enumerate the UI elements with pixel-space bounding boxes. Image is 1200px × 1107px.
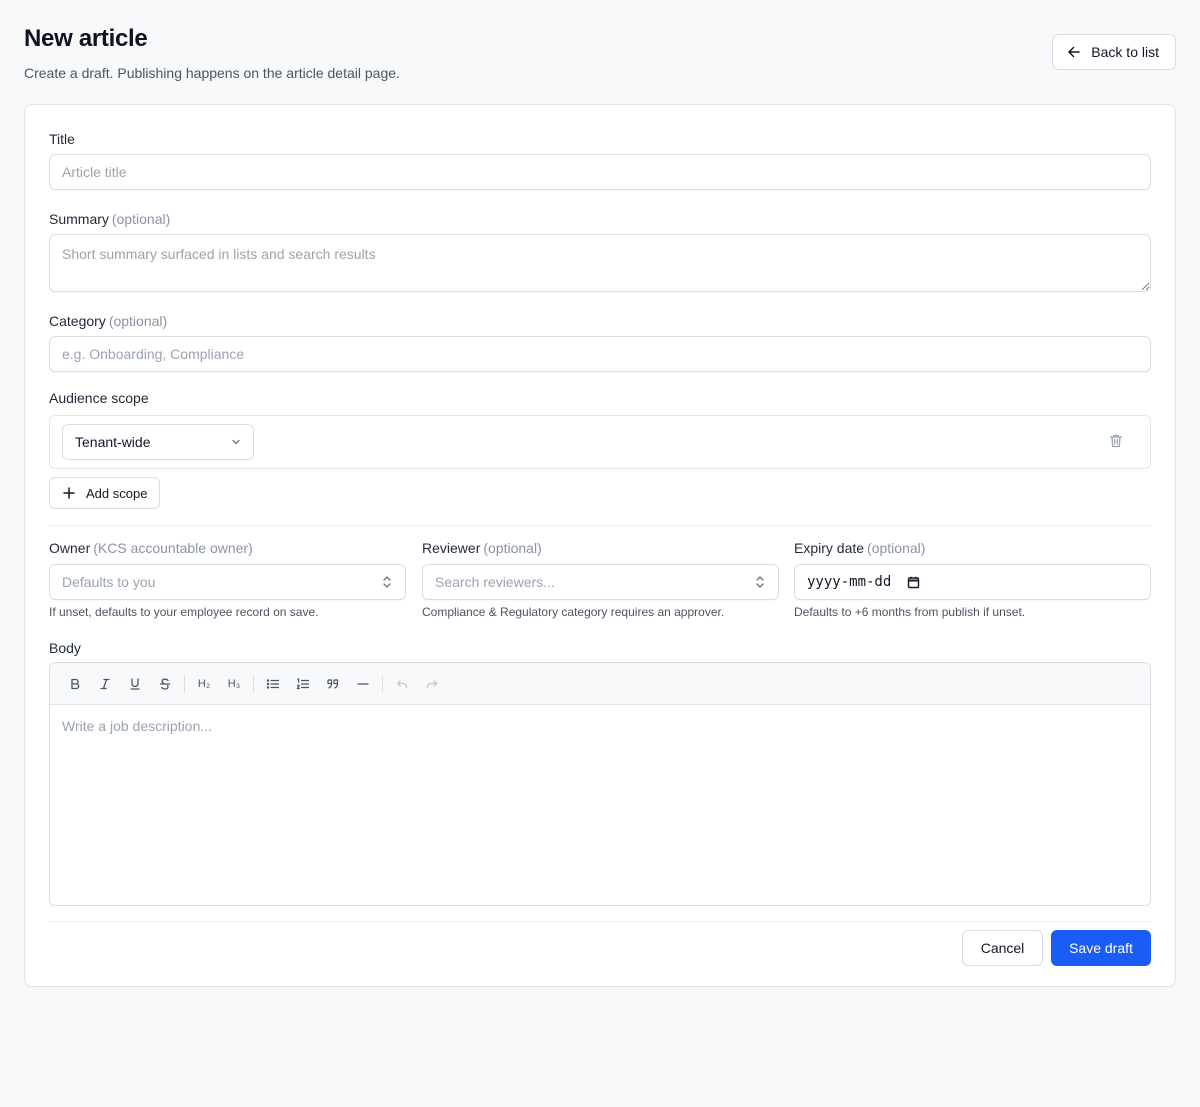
audience-scope-value: Tenant-wide <box>75 434 151 450</box>
body-editor: H₂ H₃ Write a job description... <box>49 662 1151 906</box>
owner-placeholder: Defaults to you <box>62 574 156 590</box>
reviewer-help-text: Compliance & Regulatory category require… <box>422 605 725 619</box>
italic-icon <box>100 678 110 689</box>
horizontal-rule-icon <box>357 682 369 685</box>
back-to-list-label: Back to list <box>1091 44 1159 60</box>
trash-icon[interactable] <box>1108 433 1126 451</box>
underline-icon <box>130 677 140 690</box>
body-label: Body <box>49 640 81 656</box>
expiry-field-group: Expiry date (optional) yyyy-mm-dd Default… <box>794 539 1151 620</box>
toolbar-separator <box>382 674 383 693</box>
cancel-button[interactable]: Cancel <box>962 930 1043 966</box>
owner-help-text: If unset, defaults to your employee reco… <box>49 605 319 619</box>
arrow-left-icon <box>1067 45 1081 59</box>
strikethrough-icon <box>159 678 171 690</box>
chevron-down-icon <box>231 437 241 447</box>
blockquote-button[interactable] <box>318 670 348 698</box>
owner-combobox[interactable]: Defaults to you <box>49 564 406 600</box>
category-input[interactable] <box>49 336 1151 372</box>
bullet-list-icon <box>266 678 280 689</box>
reviewer-label: Reviewer (optional) <box>422 540 542 556</box>
add-scope-button[interactable]: Add scope <box>49 477 161 509</box>
page-subtitle: Create a draft. Publishing happens on th… <box>24 65 400 81</box>
undo-button[interactable] <box>387 670 417 698</box>
plus-icon <box>62 486 76 500</box>
bold-icon <box>71 678 80 689</box>
chevron-up-down-icon <box>754 575 766 589</box>
back-to-list-button[interactable]: Back to list <box>1052 34 1176 70</box>
redo-button[interactable] <box>417 670 447 698</box>
redo-icon <box>426 679 438 688</box>
strikethrough-button[interactable] <box>150 670 180 698</box>
heading-3-button[interactable]: H₃ <box>219 670 249 698</box>
cancel-label: Cancel <box>980 940 1025 956</box>
chevron-up-down-icon <box>381 575 393 589</box>
underline-button[interactable] <box>120 670 150 698</box>
expiry-date-value: yyyy-mm-dd <box>807 574 892 590</box>
toolbar-separator <box>184 674 185 693</box>
section-divider <box>49 525 1151 526</box>
owner-label: Owner (KCS accountable owner) <box>49 540 253 556</box>
heading-2-icon: H₂ <box>197 677 211 690</box>
save-draft-label: Save draft <box>1069 940 1133 956</box>
summary-label: Summary (optional) <box>49 211 171 227</box>
toolbar-separator <box>253 674 254 693</box>
audience-scope-select[interactable]: Tenant-wide <box>62 424 254 460</box>
reviewer-placeholder: Search reviewers... <box>435 574 555 590</box>
category-label: Category (optional) <box>49 313 168 329</box>
heading-2-button[interactable]: H₂ <box>189 670 219 698</box>
title-input[interactable] <box>49 154 1151 190</box>
editor-toolbar: H₂ H₃ <box>50 663 1150 705</box>
title-label: Title <box>49 131 75 147</box>
save-draft-button[interactable]: Save draft <box>1051 930 1151 966</box>
audience-scope-label: Audience scope <box>49 390 149 406</box>
horizontal-rule-button[interactable] <box>348 670 378 698</box>
expiry-date-input[interactable]: yyyy-mm-dd <box>794 564 1151 600</box>
bullet-list-button[interactable] <box>258 670 288 698</box>
undo-icon <box>396 679 408 688</box>
italic-button[interactable] <box>90 670 120 698</box>
calendar-icon[interactable] <box>907 576 920 589</box>
audience-scope-row: Tenant-wide <box>49 415 1151 469</box>
page-title: New article <box>24 25 148 52</box>
heading-3-icon: H₃ <box>227 677 241 690</box>
body-editor-content[interactable]: Write a job description... <box>50 705 1150 747</box>
body-placeholder: Write a job description... <box>62 718 212 734</box>
bold-button[interactable] <box>60 670 90 698</box>
ordered-list-button[interactable] <box>288 670 318 698</box>
ordered-list-icon <box>296 677 310 689</box>
summary-textarea[interactable] <box>49 234 1151 292</box>
expiry-help-text: Defaults to +6 months from publish if un… <box>794 605 1026 619</box>
reviewer-combobox[interactable]: Search reviewers... <box>422 564 779 600</box>
expiry-label: Expiry date (optional) <box>794 540 926 556</box>
page-header: New article Create a draft. Publishing h… <box>24 24 1176 84</box>
reviewer-field-group: Reviewer (optional) Search reviewers... C… <box>422 539 779 620</box>
footer-divider <box>49 921 1151 922</box>
owner-field-group: Owner (KCS accountable owner) Defaults to… <box>49 539 406 620</box>
add-scope-label: Add scope <box>86 485 148 501</box>
quote-icon <box>327 678 339 689</box>
article-form-card: Title Summary(optional) Category(optiona… <box>24 104 1176 987</box>
